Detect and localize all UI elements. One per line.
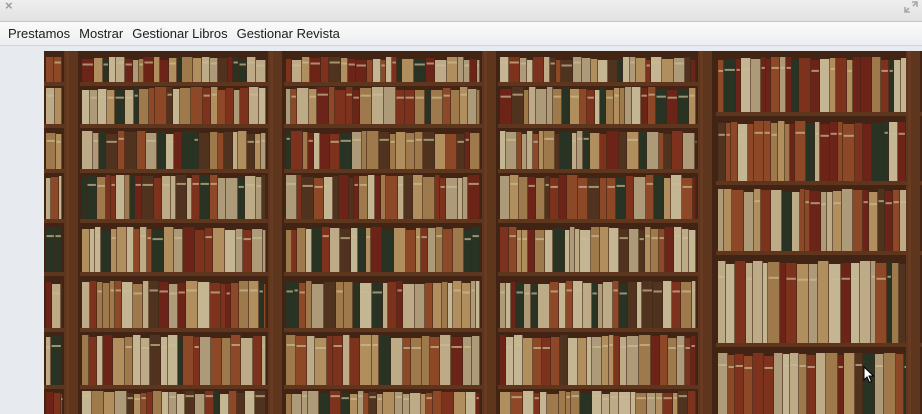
window-titlebar: ×	[0, 0, 922, 22]
bookshelf-illustration	[44, 51, 922, 414]
close-icon[interactable]: ×	[5, 0, 19, 14]
menu-mostrar[interactable]: Mostrar	[75, 23, 127, 45]
mouse-pointer-icon	[863, 366, 875, 384]
menu-gestionar-libros[interactable]: Gestionar Libros	[128, 23, 231, 45]
shadow-overlay	[44, 51, 922, 414]
main-content	[0, 46, 922, 414]
resize-icon[interactable]	[904, 1, 918, 13]
menu-prestamos[interactable]: Prestamos	[0, 23, 74, 45]
bookshelf-image	[44, 51, 922, 414]
menu-bar: Prestamos Mostrar Gestionar Libros Gesti…	[0, 22, 922, 46]
menu-gestionar-revista[interactable]: Gestionar Revista	[233, 23, 344, 45]
